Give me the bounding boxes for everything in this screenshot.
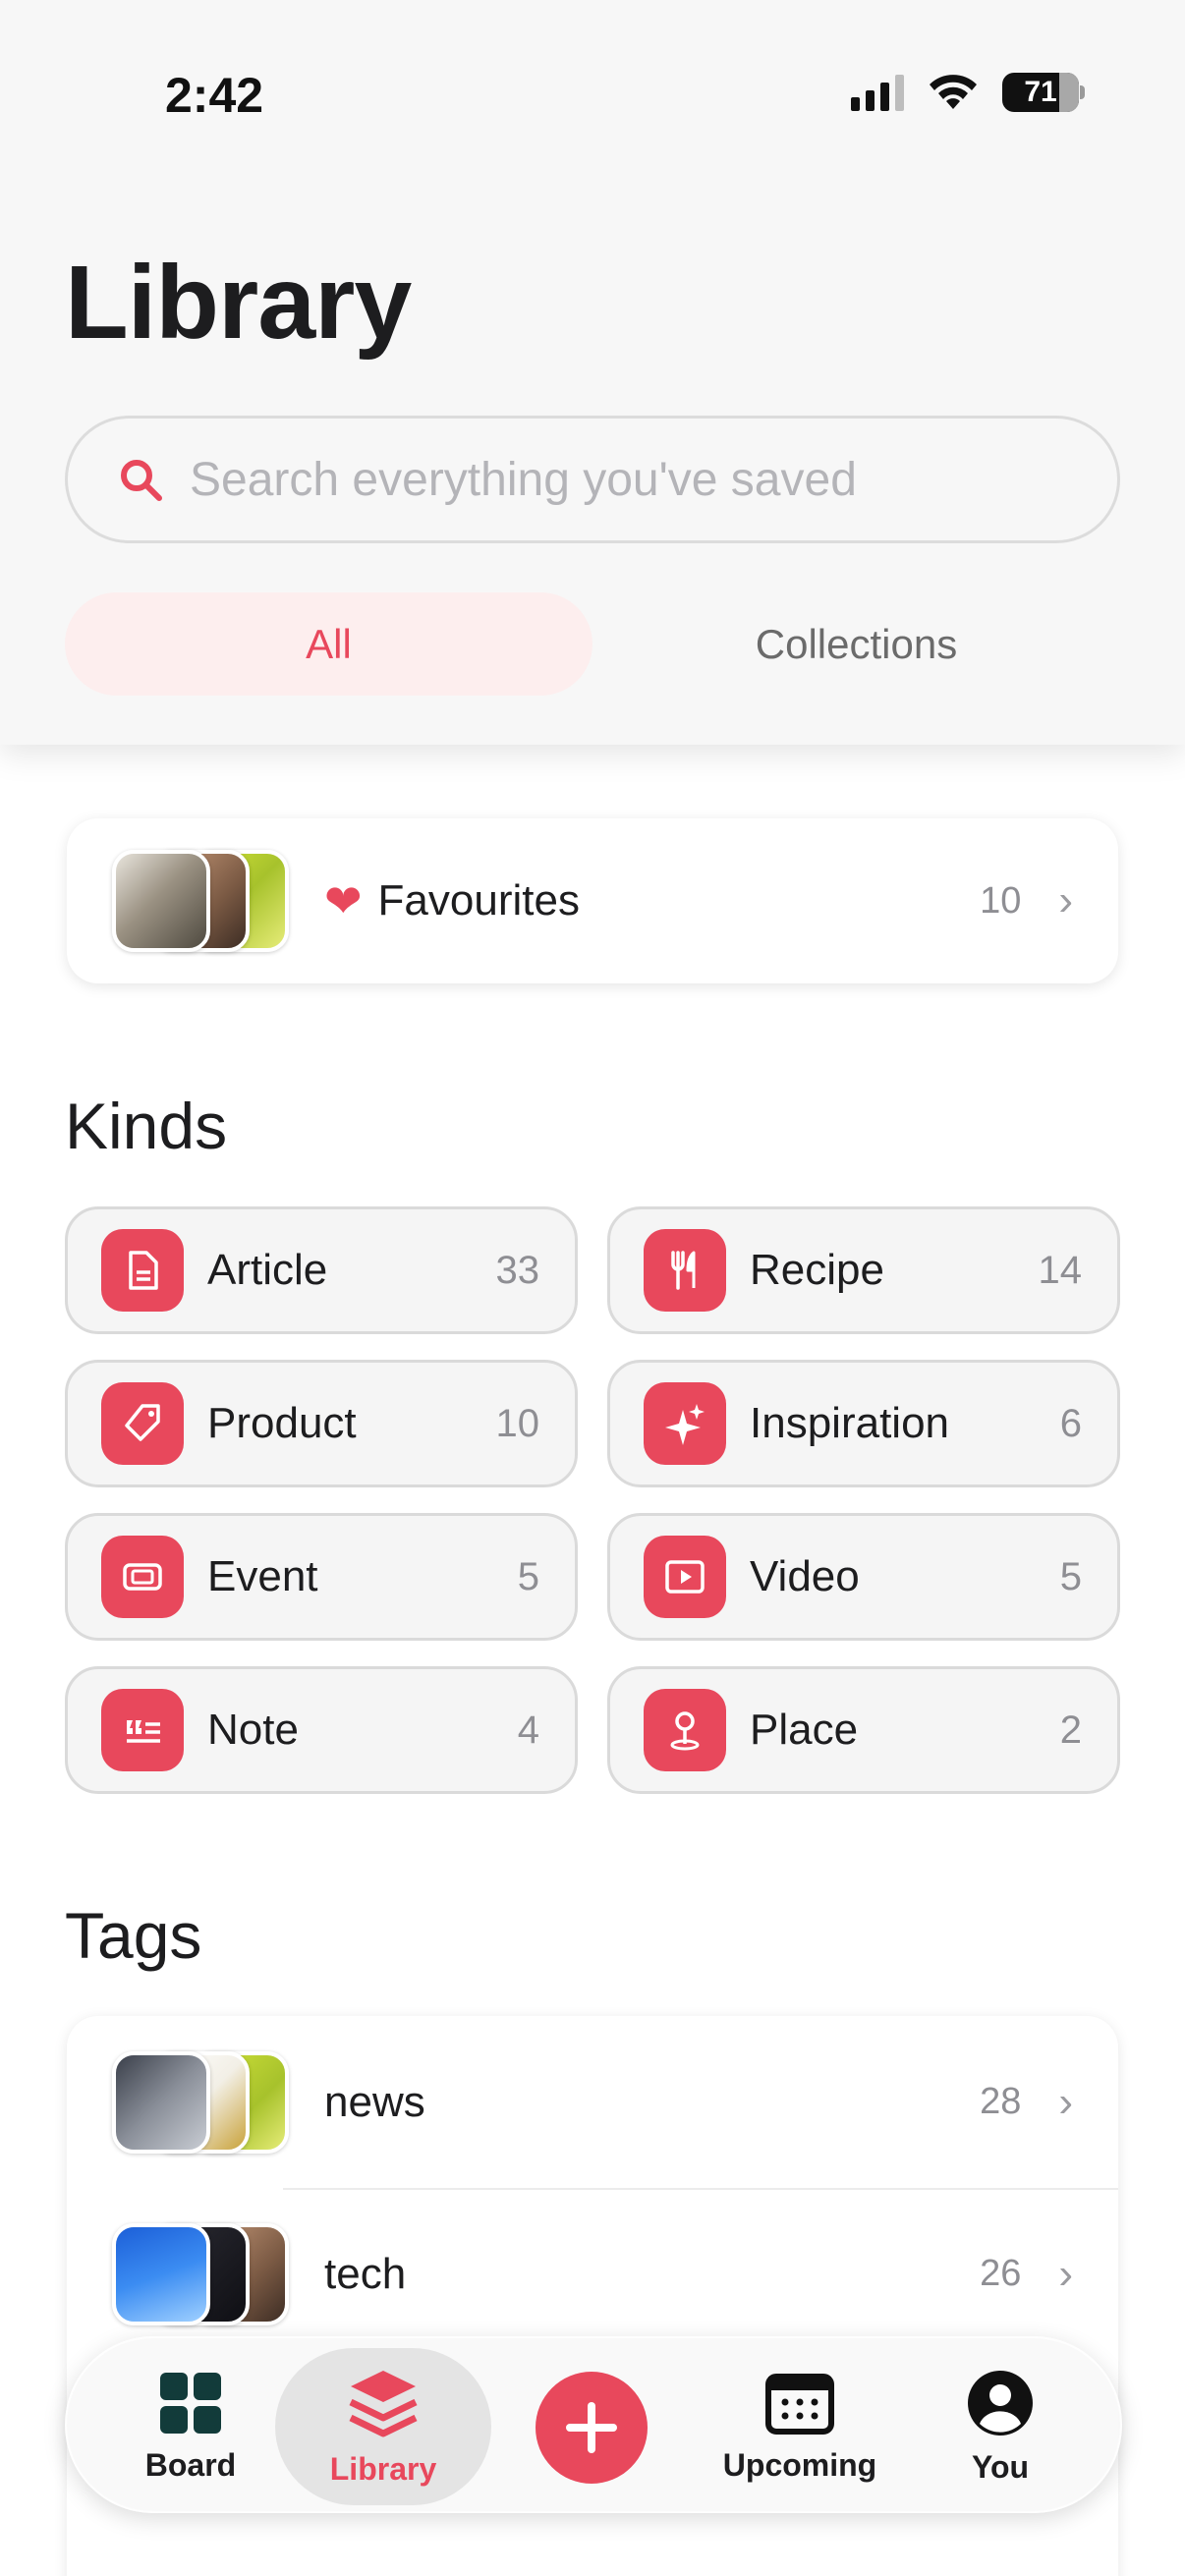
kind-recipe[interactable]: Recipe 14 (607, 1206, 1120, 1334)
kind-count: 5 (517, 1554, 539, 1598)
tag-label: tech (324, 2249, 407, 2298)
cellular-signal-icon (851, 74, 904, 111)
tag-icon (101, 1382, 184, 1465)
tab-library[interactable]: Library (275, 2348, 491, 2505)
kind-product[interactable]: Product 10 (65, 1360, 578, 1487)
kind-article[interactable]: Article 33 (65, 1206, 578, 1334)
kind-label: Inspiration (750, 1399, 950, 1447)
tag-row-tech[interactable]: tech 26 › (67, 2188, 1118, 2360)
layers-icon (349, 2370, 418, 2436)
kind-event[interactable]: Event 5 (65, 1513, 578, 1641)
tab-label: Board (144, 2446, 237, 2483)
battery-level: 71 (1024, 76, 1057, 108)
tag-thumbnails (112, 2222, 289, 2325)
kind-label: Article (207, 1246, 328, 1294)
page-title: Library (65, 245, 412, 361)
kind-count: 5 (1059, 1554, 1082, 1598)
sparkle-icon (644, 1382, 726, 1465)
kind-label: Event (207, 1552, 318, 1600)
tab-board[interactable]: Board (122, 2338, 259, 2515)
status-icons: 71 (851, 73, 1085, 112)
tab-label: Library (329, 2450, 437, 2487)
kind-count: 33 (495, 1248, 540, 1292)
tab-upcoming[interactable]: Upcoming (711, 2338, 888, 2515)
kind-label: Product (207, 1399, 357, 1447)
kind-inspiration[interactable]: Inspiration 6 (607, 1360, 1120, 1487)
favourites-thumbnails (112, 850, 289, 952)
play-icon (644, 1536, 726, 1618)
kind-note[interactable]: Note 4 (65, 1666, 578, 1794)
ticket-icon (101, 1536, 184, 1618)
kind-video[interactable]: Video 5 (607, 1513, 1120, 1641)
kind-place[interactable]: Place 2 (607, 1666, 1120, 1794)
kind-label: Place (750, 1706, 859, 1754)
tab-you[interactable]: You (941, 2338, 1059, 2515)
favourites-label: Favourites (377, 876, 580, 924)
kind-count: 14 (1038, 1248, 1083, 1292)
search-placeholder: Search everything you've saved (190, 453, 857, 506)
segment-all[interactable]: All (65, 592, 592, 696)
kind-label: Recipe (750, 1246, 884, 1294)
battery-icon: 71 (1002, 73, 1085, 112)
chevron-right-icon: › (1058, 2249, 1073, 2298)
kinds-title: Kinds (65, 1090, 228, 1162)
segment-collections[interactable]: Collections (592, 592, 1120, 696)
kind-label: Video (750, 1552, 860, 1600)
wifi-icon (930, 75, 977, 109)
grid-icon (160, 2372, 221, 2434)
heart-icon: ❤ (324, 875, 363, 926)
kind-label: Note (207, 1706, 299, 1754)
search-icon (121, 460, 162, 501)
favourites-count: 10 (980, 879, 1022, 922)
kind-count: 10 (495, 1401, 540, 1445)
chevron-right-icon: › (1058, 2077, 1073, 2126)
kind-count: 4 (517, 1708, 539, 1752)
tag-label: news (324, 2077, 425, 2126)
chevron-right-icon: › (1058, 876, 1073, 924)
tab-label: Upcoming (722, 2446, 877, 2483)
kind-count: 2 (1059, 1708, 1082, 1752)
tag-thumbnails (112, 2050, 289, 2154)
calendar-icon (765, 2373, 834, 2435)
search-input[interactable]: Search everything you've saved (65, 416, 1120, 543)
tags-title: Tags (65, 1899, 202, 1972)
favourites-row[interactable]: ❤ Favourites 10 › (67, 818, 1118, 983)
plus-icon (566, 2402, 617, 2453)
status-time: 2:42 (165, 68, 264, 123)
tab-bar: Board Library Upcoming You (65, 2336, 1122, 2513)
add-button[interactable] (536, 2372, 648, 2484)
tag-count: 26 (980, 2253, 1022, 2294)
person-icon (968, 2370, 1033, 2436)
header: 2:42 71 Library Search everything you've… (0, 0, 1185, 745)
kinds-grid: Article 33 Recipe 14 Product 10 Inspirat… (65, 1206, 1120, 1794)
kind-count: 6 (1059, 1401, 1082, 1445)
tag-row-news[interactable]: news 28 › (67, 2016, 1118, 2188)
tab-label: You (971, 2448, 1030, 2485)
segmented-control: All Collections (65, 592, 1120, 696)
quote-icon (101, 1689, 184, 1771)
tag-count: 28 (980, 2081, 1022, 2122)
map-pin-icon (644, 1689, 726, 1771)
article-icon (101, 1229, 184, 1312)
fork-knife-icon (644, 1229, 726, 1312)
